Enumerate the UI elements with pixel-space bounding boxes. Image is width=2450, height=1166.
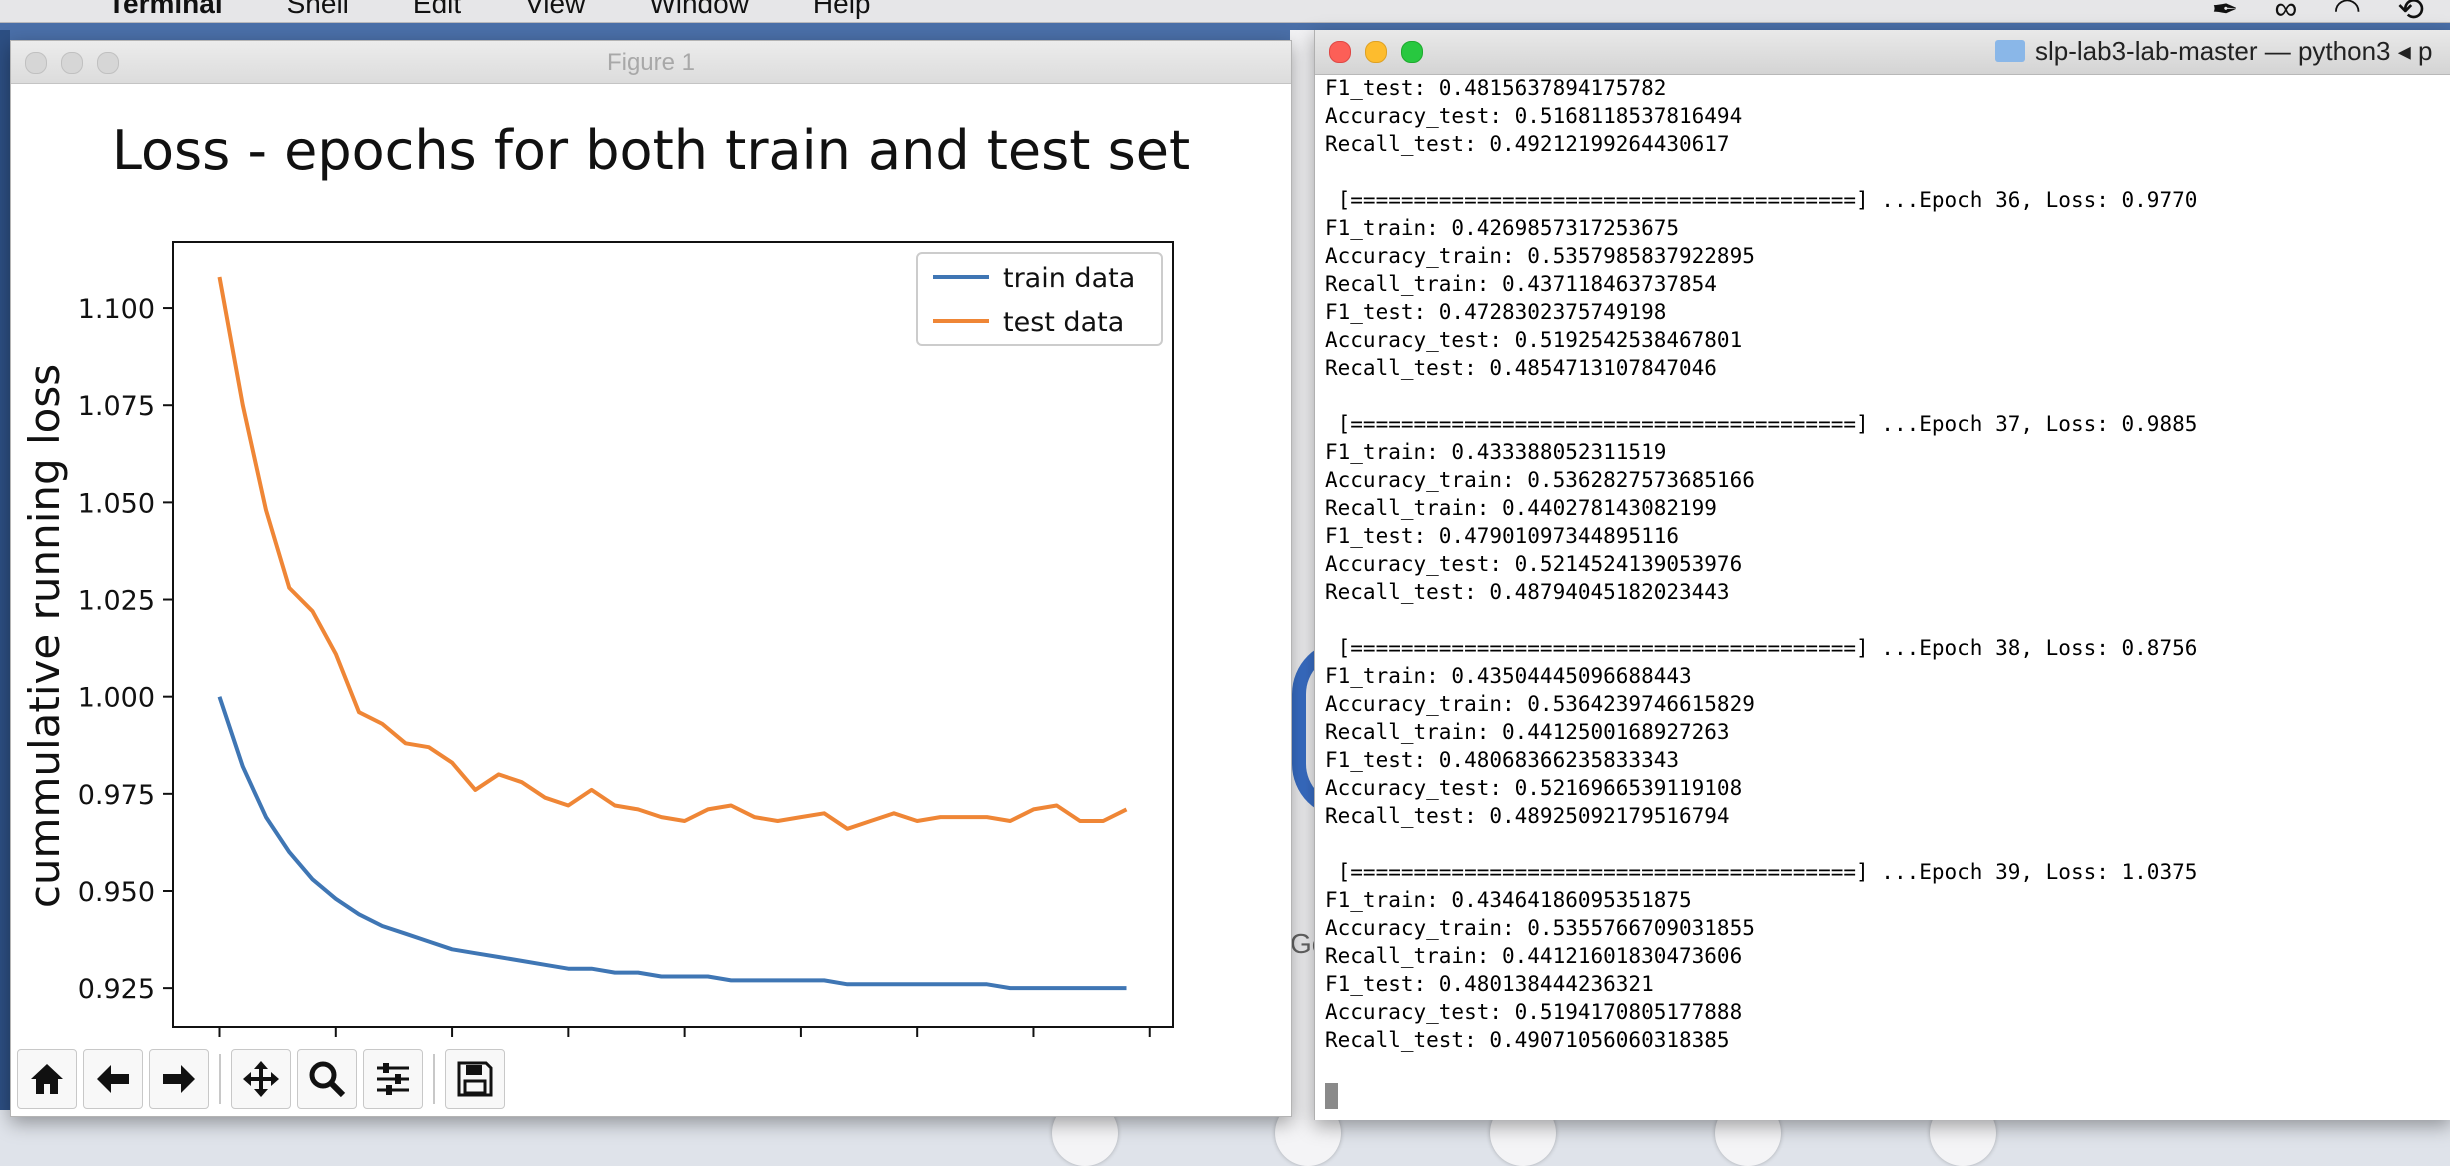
save-icon[interactable] (445, 1048, 505, 1109)
creative-cloud-icon[interactable]: ∞ (2274, 0, 2297, 28)
toolbar-separator (433, 1053, 435, 1104)
desktop-background (0, 30, 10, 1166)
figure-window: Figure 1 Loss - epochs for both train an… (10, 40, 1292, 1117)
y-axis-label: cummulative running loss (20, 364, 69, 908)
y-tick-label: 1.050 (78, 488, 155, 519)
terminal-line: Recall_test: 0.48794045182023443 (1325, 580, 1730, 604)
minimize-button[interactable] (1365, 41, 1387, 63)
y-tick-label: 1.100 (78, 294, 155, 325)
figure-toolbar (11, 1041, 1291, 1116)
terminal-line: F1_train: 0.4269857317253675 (1325, 216, 1680, 240)
terminal-line: F1_test: 0.47901097344895116 (1325, 524, 1680, 548)
terminal-line: Accuracy_train: 0.5357985837922895 (1325, 244, 1755, 268)
terminal-line: Accuracy_test: 0.5194170805177888 (1325, 1000, 1743, 1024)
terminal-line: Recall_train: 0.440278143082199 (1325, 496, 1717, 520)
toolbar-separator (219, 1053, 221, 1104)
menu-window[interactable]: Window (649, 0, 749, 20)
terminal-line: Recall_test: 0.48925092179516794 (1325, 804, 1730, 828)
y-tick-label: 0.925 (78, 974, 155, 1005)
home-icon[interactable] (17, 1048, 77, 1109)
terminal-line: [=======================================… (1325, 636, 2198, 660)
terminal-line: Recall_test: 0.49071056060318385 (1325, 1028, 1730, 1052)
terminal-line: Accuracy_test: 0.5168118537816494 (1325, 104, 1743, 128)
terminal-line: F1_test: 0.4815637894175782 (1325, 76, 1667, 100)
folder-icon (1995, 40, 2025, 62)
menu-items: Terminal Shell Edit View Window Help (108, 0, 935, 20)
terminal-line: F1_test: 0.48068366235833343 (1325, 748, 1680, 772)
terminal-line: Recall_test: 0.49212199264430617 (1325, 132, 1730, 156)
terminal-title-text: slp-lab3-lab-master — python3 ◂ p (2035, 36, 2433, 66)
terminal-line: Accuracy_test: 0.5214524139053976 (1325, 552, 1743, 576)
status-tray: ✒ ∞ ◠ ⟲ (2212, 0, 2450, 28)
loss-chart: Loss - epochs for both train and test se… (20, 119, 1190, 1037)
terminal-title: slp-lab3-lab-master — python3 ◂ p (1995, 36, 2432, 67)
terminal-line: [=======================================… (1325, 412, 2198, 436)
terminal-line: Accuracy_test: 0.5192542538467801 (1325, 328, 1743, 352)
y-tick-label: 0.975 (78, 780, 155, 811)
menu-view[interactable]: View (525, 0, 585, 20)
terminal-cursor (1325, 1083, 1338, 1109)
terminal-line: F1_test: 0.4728302375749198 (1325, 300, 1667, 324)
terminal-line: Recall_train: 0.437118463737854 (1325, 272, 1717, 296)
terminal-line: F1_train: 0.433388052311519 (1325, 440, 1667, 464)
figure-title: Figure 1 (606, 49, 696, 76)
terminal-line: Recall_test: 0.4854713107847046 (1325, 356, 1717, 380)
terminal-line: [=======================================… (1325, 860, 2198, 884)
chart-title: Loss - epochs for both train and test se… (112, 119, 1190, 182)
configure-subplots-icon[interactable] (363, 1048, 423, 1109)
terminal-prompt-line[interactable] (1325, 1082, 2450, 1110)
menu-terminal[interactable]: Terminal (108, 0, 223, 20)
series-line-test (217, 276, 1128, 831)
zoom-button[interactable] (1401, 41, 1423, 63)
terminal-line: F1_test: 0.480138444236321 (1325, 972, 1654, 996)
menu-edit[interactable]: Edit (413, 0, 461, 20)
terminal-line: F1_train: 0.43464186095351875 (1325, 888, 1692, 912)
background-window-strip: Go (1290, 30, 1346, 1120)
terminal-line: Accuracy_train: 0.5364239746615829 (1325, 692, 1755, 716)
y-tick-label: 1.025 (78, 586, 155, 617)
wifi-icon[interactable]: ◠ (2333, 0, 2361, 28)
menu-bar: Terminal Shell Edit View Window Help ✒ ∞… (0, 0, 2450, 27)
figure-titlebar[interactable]: Figure 1 (11, 41, 1291, 84)
legend: train data test data (916, 252, 1163, 346)
terminal-line: [=======================================… (1325, 188, 2198, 212)
time-machine-icon[interactable]: ⟲ (2397, 0, 2424, 28)
menu-help[interactable]: Help (813, 0, 871, 20)
feather-icon[interactable]: ✒ (2212, 0, 2239, 28)
forward-arrow-icon[interactable] (149, 1048, 209, 1109)
terminal-line: Accuracy_train: 0.5355766709031855 (1325, 916, 1755, 940)
terminal-titlebar[interactable]: slp-lab3-lab-master — python3 ◂ p (1315, 30, 2450, 75)
y-tick-label: 0.950 (78, 877, 155, 908)
terminal-line: Accuracy_train: 0.5362827573685166 (1325, 468, 1755, 492)
legend-test-label: test data (1003, 307, 1124, 338)
terminal-line: F1_train: 0.43504445096688443 (1325, 664, 1692, 688)
legend-train-label: train data (1003, 263, 1135, 294)
series-line-train (217, 696, 1127, 991)
terminal-output[interactable]: F1_test: 0.4815637894175782 Accuracy_test… (1315, 74, 2450, 1120)
pan-icon[interactable] (231, 1048, 291, 1109)
zoom-icon[interactable] (297, 1048, 357, 1109)
y-tick-label: 1.000 (78, 683, 155, 714)
terminal-window: slp-lab3-lab-master — python3 ◂ p F1_tes… (1314, 30, 2450, 1120)
y-tick-label: 1.075 (78, 391, 155, 422)
terminal-line: Accuracy_test: 0.5216966539119108 (1325, 776, 1743, 800)
menu-shell[interactable]: Shell (287, 0, 349, 20)
close-button[interactable] (1329, 41, 1351, 63)
terminal-line: Recall_train: 0.44121601830473606 (1325, 944, 1743, 968)
back-arrow-icon[interactable] (83, 1048, 143, 1109)
terminal-line: Recall_train: 0.4412500168927263 (1325, 720, 1730, 744)
